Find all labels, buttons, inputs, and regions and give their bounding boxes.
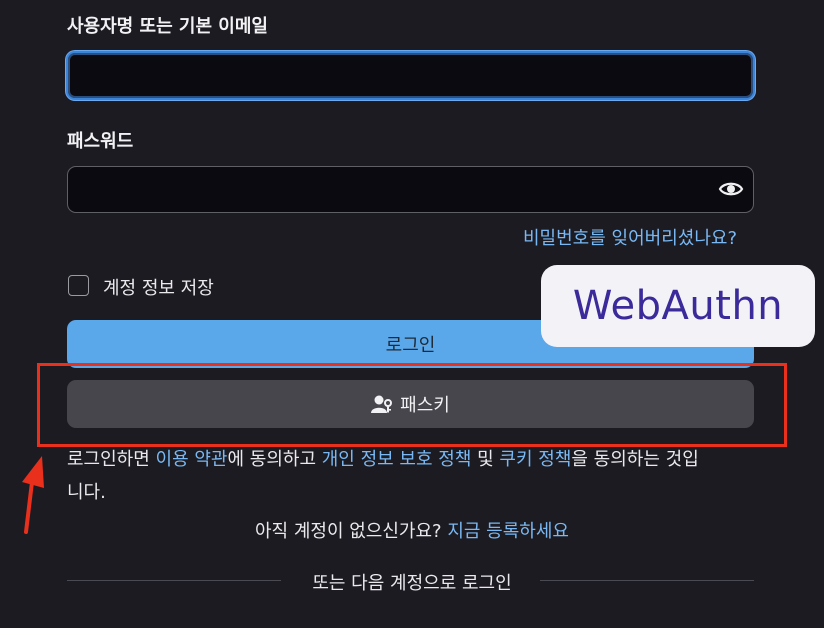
- password-input[interactable]: [67, 166, 754, 213]
- highlight-box: [37, 363, 787, 447]
- divider-right: [540, 580, 754, 581]
- remember-checkbox[interactable]: [68, 275, 89, 296]
- webauthn-label: WebAuthn: [572, 283, 784, 329]
- signup-question: 아직 계정이 없으신가요?: [255, 521, 442, 542]
- webauthn-badge: WebAuthn: [541, 265, 815, 347]
- signup-link[interactable]: 지금 등록하세요: [447, 521, 569, 542]
- alt-login-label: 또는 다음 계정으로 로그인: [312, 573, 512, 594]
- cookie-link[interactable]: 쿠키 정책: [499, 449, 571, 470]
- forgot-password-link[interactable]: 비밀번호를 잊어버리셨나요?: [523, 224, 737, 250]
- terms-suffix1: 을 동의하는 것입: [571, 449, 699, 470]
- remember-label: 계정 정보 저장: [103, 278, 214, 299]
- terms-link[interactable]: 이용 약관: [156, 449, 228, 470]
- terms-text: 로그인하면 이용 약관에 동의하고 개인 정보 보호 정책 및 쿠키 정책을 동…: [67, 443, 767, 509]
- signup-row: 아직 계정이 없으신가요? 지금 등록하세요: [0, 517, 824, 543]
- eye-icon[interactable]: [718, 177, 744, 201]
- username-input[interactable]: [66, 51, 755, 100]
- login-button-label: 로그인: [385, 335, 436, 356]
- terms-prefix: 로그인하면: [67, 449, 156, 470]
- password-label: 패스워드: [67, 131, 134, 152]
- terms-suffix2: 니다.: [67, 482, 106, 503]
- privacy-link[interactable]: 개인 정보 보호 정책: [322, 449, 472, 470]
- username-label: 사용자명 또는 기본 이메일: [67, 16, 268, 37]
- terms-mid1: 에 동의하고: [227, 449, 322, 470]
- terms-mid2: 및: [471, 449, 500, 470]
